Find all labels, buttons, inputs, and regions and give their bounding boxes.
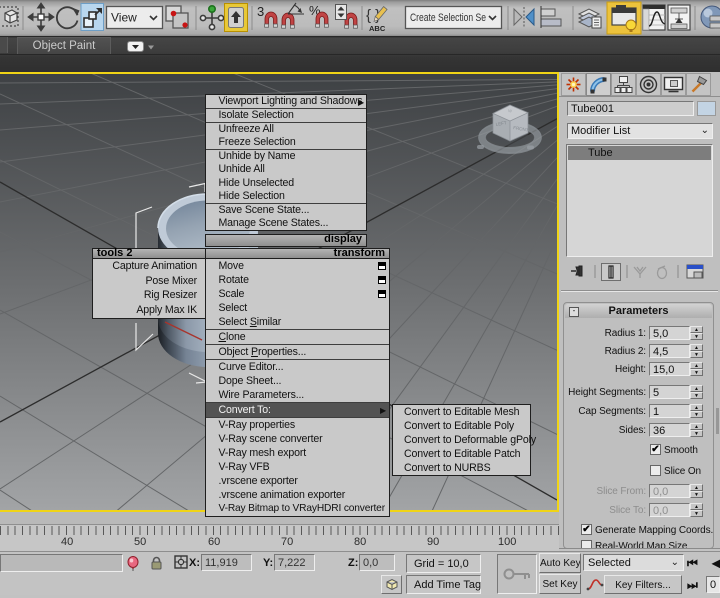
svg-text:3: 3 xyxy=(257,4,264,19)
svg-text:ABC: ABC xyxy=(369,24,386,33)
svg-text:Create Selection Se: Create Selection Se xyxy=(410,12,486,24)
svg-text:View: View xyxy=(111,11,137,25)
